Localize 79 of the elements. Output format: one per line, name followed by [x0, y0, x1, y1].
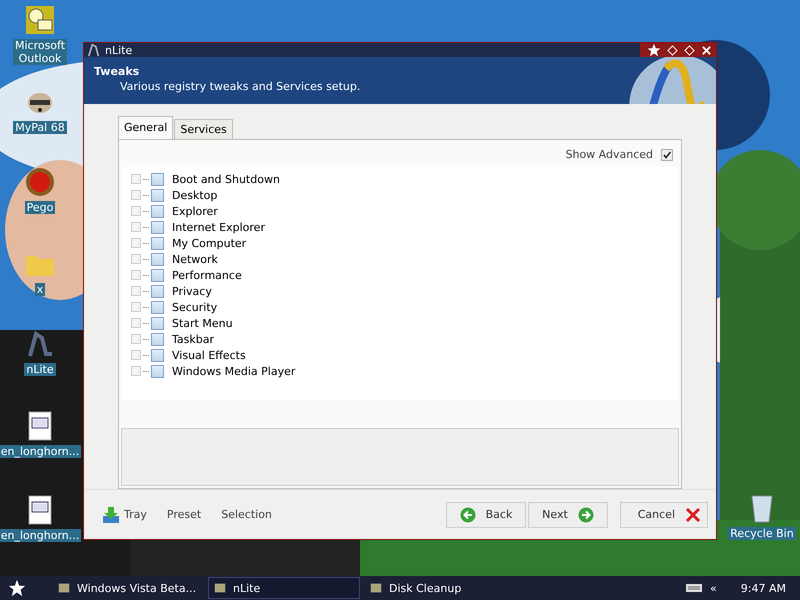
- icon-label[interactable]: Microsoft Outlook: [12, 39, 68, 65]
- close-button[interactable]: [701, 44, 712, 56]
- footer-link[interactable]: Selection: [221, 508, 272, 522]
- tree-item[interactable]: Boot and Shutdown: [172, 172, 280, 186]
- taskbar-button[interactable]: nLite: [208, 577, 360, 599]
- window-title: nLite: [105, 44, 132, 57]
- download-tray-icon[interactable]: [102, 506, 120, 524]
- tree-item[interactable]: Explorer: [172, 204, 218, 218]
- tree-item[interactable]: Internet Explorer: [172, 220, 265, 234]
- outlook-icon[interactable]: [24, 4, 56, 36]
- expander-box[interactable]: [131, 270, 141, 280]
- tree-checkbox[interactable]: [151, 220, 164, 234]
- tree-checkbox[interactable]: [151, 348, 164, 362]
- icon-label[interactable]: MyPal 68: [13, 121, 67, 134]
- expander-box[interactable]: [131, 190, 141, 200]
- tree-checkbox[interactable]: [151, 172, 164, 186]
- tree-checkbox[interactable]: [151, 204, 164, 218]
- page-title: Tweaks: [94, 65, 140, 78]
- tree-item[interactable]: My Computer: [172, 236, 246, 250]
- tree-item[interactable]: Taskbar: [172, 332, 214, 346]
- taskbar-button[interactable]: Windows Vista Beta...: [52, 577, 204, 599]
- tree-item[interactable]: Performance: [172, 268, 242, 282]
- expander-box[interactable]: [131, 366, 141, 376]
- tree-item[interactable]: Security: [172, 300, 218, 314]
- next-button[interactable]: Next: [528, 502, 608, 528]
- expander-box[interactable]: [131, 318, 141, 328]
- expander-box[interactable]: [131, 334, 141, 344]
- tree-checkbox[interactable]: [151, 188, 164, 202]
- tree-checkbox[interactable]: [151, 236, 164, 250]
- tree-checkbox[interactable]: [151, 316, 164, 330]
- maximize-button[interactable]: [684, 44, 695, 56]
- tab[interactable]: Services: [174, 119, 233, 140]
- clock: 9:47 AM: [740, 582, 786, 594]
- icon-label[interactable]: nLite: [24, 363, 56, 376]
- icon-label[interactable]: en_longhorn...: [0, 529, 82, 542]
- expander-box[interactable]: [131, 222, 141, 232]
- program-icon: [57, 581, 71, 595]
- start-star-icon[interactable]: [8, 579, 26, 597]
- icon-label[interactable]: en_longhorn...: [0, 445, 82, 458]
- tree-item[interactable]: Privacy: [172, 284, 212, 298]
- tree-checkbox[interactable]: [151, 364, 164, 378]
- tree-item[interactable]: Windows Media Player: [172, 364, 296, 378]
- orb-icon[interactable]: [24, 166, 56, 198]
- keyboard-icon[interactable]: [686, 583, 702, 593]
- expander-box[interactable]: [131, 206, 141, 216]
- taskbar-button[interactable]: Disk Cleanup: [364, 577, 516, 599]
- page-subtitle: Various registry tweaks and Services setup.: [119, 80, 360, 94]
- minimize-button[interactable]: [667, 44, 678, 56]
- show-advanced-label: Show Advanced: [565, 148, 653, 162]
- icon-label[interactable]: x: [34, 283, 46, 296]
- tree-item[interactable]: Visual Effects: [172, 348, 246, 362]
- footer-link[interactable]: Tray: [124, 508, 147, 522]
- tree-item[interactable]: Network: [172, 252, 218, 266]
- expander-box[interactable]: [131, 286, 141, 296]
- expander-box[interactable]: [131, 302, 141, 312]
- tree-checkbox[interactable]: [151, 252, 164, 266]
- icon-label[interactable]: Recycle Bin: [728, 527, 796, 540]
- show-advanced-checkbox[interactable]: [661, 148, 673, 161]
- tree-item[interactable]: Start Menu: [172, 316, 233, 330]
- expander-box[interactable]: [131, 254, 141, 264]
- tree-checkbox[interactable]: [151, 300, 164, 314]
- footer-link[interactable]: Preset: [166, 508, 202, 522]
- tree-checkbox[interactable]: [151, 332, 164, 346]
- tree-checkbox[interactable]: [151, 268, 164, 282]
- expander-box[interactable]: [131, 350, 141, 360]
- close-icon: [685, 506, 701, 523]
- tree-checkbox[interactable]: [151, 284, 164, 298]
- tray-chevron[interactable]: «: [710, 582, 717, 594]
- icon-label[interactable]: Pego: [24, 201, 56, 214]
- tab[interactable]: General: [118, 116, 174, 140]
- app-icon: [87, 43, 101, 58]
- expander-box[interactable]: [131, 174, 141, 184]
- program-icon: [213, 581, 227, 595]
- star-icon[interactable]: [647, 43, 661, 58]
- cancel-button[interactable]: Cancel: [620, 502, 708, 528]
- program-icon: [369, 581, 383, 595]
- tree-item[interactable]: Desktop: [172, 188, 218, 202]
- expander-box[interactable]: [131, 238, 141, 248]
- back-button[interactable]: Back: [446, 502, 526, 528]
